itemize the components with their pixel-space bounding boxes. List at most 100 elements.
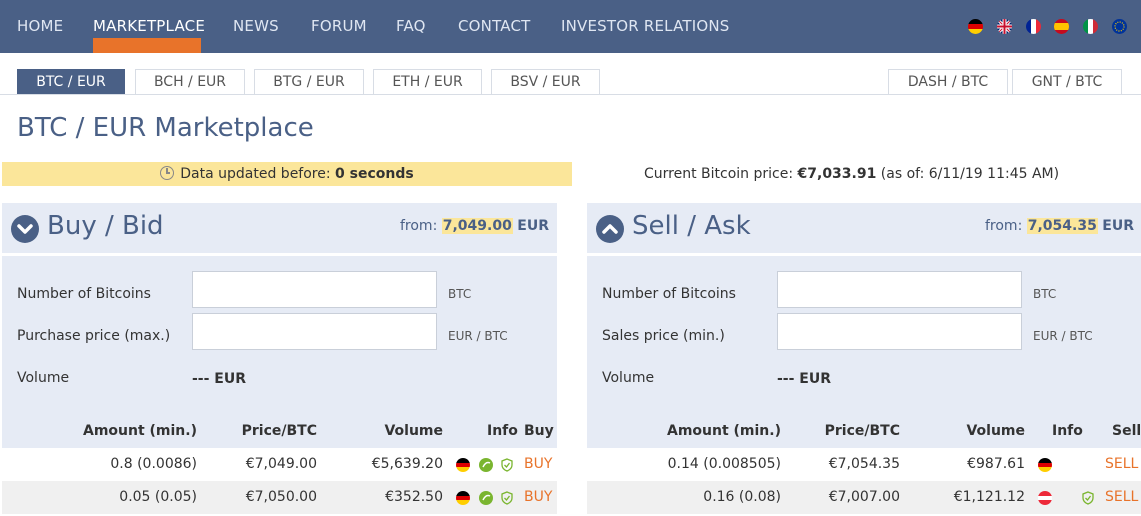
table-row: 0.14 (0.008505) €7,054.35 €987.61 SELL — [587, 448, 1141, 481]
germany-flag-icon[interactable] — [968, 19, 983, 34]
austria-flag-icon — [1038, 491, 1052, 505]
buy-row-amount: 0.05 (0.05) — [119, 489, 197, 505]
chevron-up-icon[interactable] — [596, 215, 624, 243]
germany-flag-icon — [1038, 458, 1052, 472]
nav-active-indicator — [93, 38, 201, 53]
buy-price-unit: EUR / BTC — [448, 329, 508, 343]
sell-row-volume: €987.61 — [967, 456, 1025, 472]
buy-from-value: 7,049.00 — [441, 218, 513, 234]
sell-price-unit: EUR / BTC — [1033, 329, 1093, 343]
buy-panel-header: Buy / Bid from: 7,049.00 EUR — [2, 203, 557, 253]
sell-row-volume: €1,121.12 — [953, 489, 1025, 505]
sell-volume-label: Volume — [602, 370, 655, 386]
table-row: 0.05 (0.05) €7,050.00 €352.50 BUY — [2, 481, 557, 514]
buy-col-info: Info — [487, 423, 518, 439]
buy-row-price: €7,049.00 — [245, 456, 317, 472]
buy-panel: Buy / Bid from: 7,049.00 EUR Number of B… — [2, 203, 557, 516]
buy-panel-title: Buy / Bid — [47, 211, 164, 241]
buy-volume-value: --- EUR — [192, 371, 247, 387]
sell-row-amount: 0.14 (0.008505) — [667, 456, 781, 472]
sell-col-info: Info — [1052, 423, 1083, 439]
buy-row-price: €7,050.00 — [245, 489, 317, 505]
france-flag-icon[interactable] — [1026, 19, 1041, 34]
sell-row-price: €7,054.35 — [828, 456, 900, 472]
shield-check-icon — [500, 458, 514, 472]
nav-investor-relations[interactable]: INVESTOR RELATIONS — [561, 0, 730, 53]
data-update-status: Data updated before: 0 seconds — [2, 162, 572, 186]
sell-col-amount: Amount (min.) — [666, 423, 781, 439]
top-navigation: HOME MARKETPLACE NEWS FORUM FAQ CONTACT … — [0, 0, 1141, 53]
table-row: 0.16 (0.08) €7,007.00 €1,121.12 SELL — [587, 481, 1141, 514]
sell-from-label: from: — [984, 218, 1023, 234]
sell-from-value: 7,054.35 — [1026, 218, 1098, 234]
buy-row-amount: 0.8 (0.0086) — [110, 456, 197, 472]
tab-btc-eur[interactable]: BTC / EUR — [17, 69, 125, 95]
page-title: BTC / EUR Marketplace — [17, 113, 314, 143]
status-prefix: Data updated before: — [180, 166, 331, 182]
nav-news[interactable]: NEWS — [233, 0, 279, 53]
sell-from-price: from: 7,054.35 EUR — [985, 218, 1134, 234]
sell-row-amount: 0.16 (0.08) — [703, 489, 781, 505]
tab-bch-eur[interactable]: BCH / EUR — [135, 69, 245, 95]
clock-icon — [160, 166, 175, 180]
tab-btg-eur[interactable]: BTG / EUR — [254, 69, 364, 95]
tabs-divider — [0, 94, 1141, 95]
sell-form: Number of Bitcoins BTC Sales price (min.… — [587, 256, 1141, 415]
green-badge-icon — [479, 491, 493, 505]
tab-dash-btc[interactable]: DASH / BTC — [888, 69, 1008, 95]
current-price-value: €7,033.91 — [797, 166, 877, 182]
buy-button[interactable]: BUY — [524, 489, 552, 505]
sell-row-price: €7,007.00 — [828, 489, 900, 505]
sell-col-volume: Volume — [966, 423, 1025, 439]
buy-volume-label: Volume — [17, 370, 70, 386]
current-bitcoin-price: Current Bitcoin price: €7,033.91 (as of:… — [644, 162, 1059, 186]
uk-flag-icon[interactable] — [997, 19, 1012, 34]
buy-col-action: Buy — [524, 423, 554, 439]
sell-volume-value: --- EUR — [777, 371, 832, 387]
sell-table-header: Amount (min.) Price/BTC Volume Info Sell — [587, 415, 1141, 448]
sell-panel: Sell / Ask from: 7,054.35 EUR Number of … — [587, 203, 1141, 516]
table-row: 0.8 (0.0086) €7,049.00 €5,639.20 BUY — [2, 448, 557, 481]
tab-bsv-eur[interactable]: BSV / EUR — [491, 69, 600, 95]
buy-form: Number of Bitcoins BTC Purchase price (m… — [2, 256, 557, 415]
chevron-down-icon[interactable] — [11, 215, 39, 243]
eu-flag-icon[interactable] — [1112, 19, 1127, 34]
shield-check-icon — [1081, 491, 1095, 505]
nav-forum[interactable]: FORUM — [311, 0, 367, 53]
nav-faq[interactable]: FAQ — [396, 0, 426, 53]
sell-from-currency: EUR — [1102, 218, 1134, 234]
buy-table-header: Amount (min.) Price/BTC Volume Info Buy — [2, 415, 557, 448]
italy-flag-icon[interactable] — [1083, 19, 1098, 34]
buy-amount-input[interactable] — [192, 271, 437, 308]
spain-flag-icon[interactable] — [1054, 19, 1069, 34]
current-price-label: Current Bitcoin price: — [644, 166, 794, 182]
buy-amount-unit: BTC — [448, 287, 472, 301]
sell-button[interactable]: SELL — [1105, 489, 1138, 505]
buy-col-amount: Amount (min.) — [82, 423, 197, 439]
nav-home[interactable]: HOME — [17, 0, 63, 53]
buy-col-price: Price/BTC — [241, 423, 317, 439]
buy-col-volume: Volume — [384, 423, 443, 439]
buy-price-input[interactable] — [192, 313, 437, 350]
green-badge-icon — [479, 458, 493, 472]
sell-button[interactable]: SELL — [1105, 456, 1138, 472]
buy-button[interactable]: BUY — [524, 456, 552, 472]
sell-panel-title: Sell / Ask — [632, 211, 751, 241]
status-value: 0 seconds — [335, 166, 414, 182]
buy-amount-label: Number of Bitcoins — [17, 286, 151, 302]
buy-row-volume: €5,639.20 — [371, 456, 443, 472]
sell-col-price: Price/BTC — [824, 423, 900, 439]
sell-price-label: Sales price (min.) — [602, 328, 725, 344]
buy-from-currency: EUR — [517, 218, 549, 234]
sell-amount-label: Number of Bitcoins — [602, 286, 736, 302]
tab-gnt-btc[interactable]: GNT / BTC — [1012, 69, 1122, 95]
sell-panel-header: Sell / Ask from: 7,054.35 EUR — [587, 203, 1141, 253]
germany-flag-icon — [456, 491, 470, 505]
tab-eth-eur[interactable]: ETH / EUR — [373, 69, 482, 95]
sell-col-action: Sell — [1112, 423, 1141, 439]
sell-amount-input[interactable] — [777, 271, 1022, 308]
buy-row-volume: €352.50 — [385, 489, 443, 505]
buy-price-label: Purchase price (max.) — [17, 328, 171, 344]
sell-price-input[interactable] — [777, 313, 1022, 350]
nav-contact[interactable]: CONTACT — [458, 0, 531, 53]
